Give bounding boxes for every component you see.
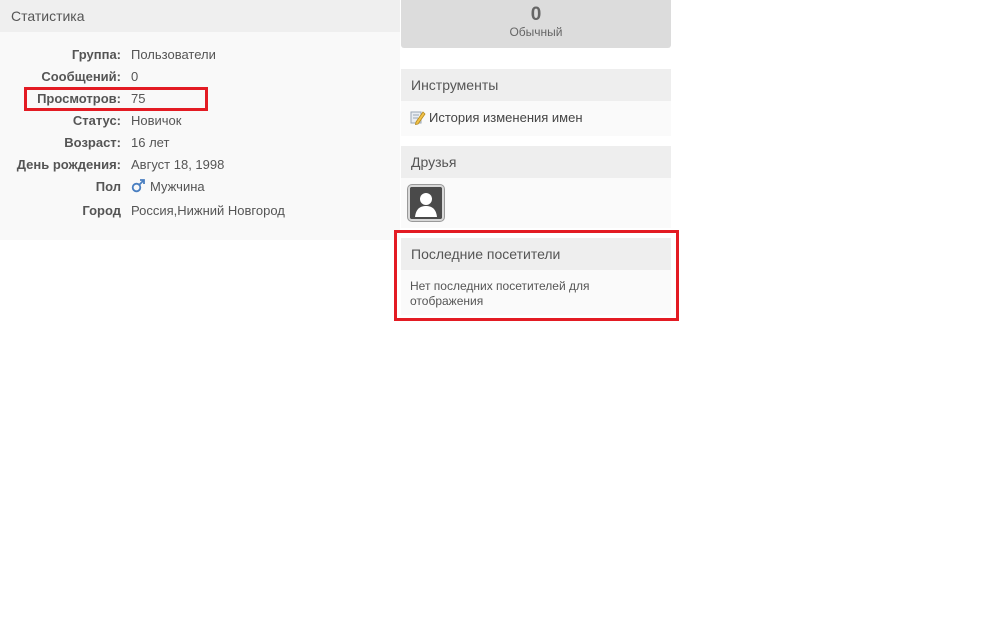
stat-row-gender: Пол Мужчина [0, 177, 400, 197]
tools-header: Инструменты [401, 69, 671, 101]
statistics-header: Статистика [0, 0, 400, 32]
user-silhouette-icon [410, 187, 442, 219]
visitors-header: Последние посетители [401, 238, 671, 270]
stat-label: День рождения: [16, 157, 121, 172]
name-history-link[interactable]: История изменения имен [410, 109, 583, 127]
stat-row-status: Статус: Новичок [0, 111, 400, 131]
stat-row-city: Город Россия,Нижний Новгород [0, 201, 400, 221]
stat-value: Пользователи [131, 47, 216, 62]
reputation-value: 0 [530, 4, 542, 25]
statistics-panel: Статистика Группа: Пользователи Сообщени… [0, 0, 400, 240]
gender-value: Мужчина [150, 179, 205, 194]
stat-value: Россия,Нижний Новгород [131, 203, 285, 218]
stat-value: Август 18, 1998 [131, 157, 225, 172]
reputation-box: 0 Обычный [401, 0, 671, 48]
pencil-edit-icon [410, 111, 426, 126]
stat-label: Сообщений: [41, 69, 121, 84]
stat-value: Мужчина [131, 177, 205, 199]
stat-row-posts: Сообщений: 0 [0, 67, 400, 87]
stat-row-views: Просмотров: 75 [0, 89, 400, 109]
stat-row-age: Возраст: 16 лет [0, 133, 400, 153]
stat-label: Группа: [71, 47, 121, 62]
stat-value: 16 лет [131, 135, 170, 150]
stat-row-group: Группа: Пользователи [0, 45, 400, 65]
friends-header: Друзья [401, 146, 671, 178]
stat-value: Новичок [131, 113, 182, 128]
friend-avatar[interactable] [408, 185, 444, 221]
stat-label: Возраст: [64, 135, 121, 150]
visitors-empty-text: Нет последних посетителей для отображени… [410, 279, 590, 308]
reputation-label: Обычный [509, 25, 563, 39]
stat-label: Город [82, 203, 121, 218]
male-gender-icon [131, 178, 146, 199]
name-history-label: История изменения имен [429, 110, 583, 125]
stat-label: Пол [95, 179, 121, 194]
stat-value: 0 [131, 69, 139, 84]
stat-label: Просмотров: [37, 91, 121, 106]
stat-row-birthday: День рождения: Август 18, 1998 [0, 155, 400, 175]
stat-value: 75 [131, 91, 146, 106]
profile-page: Статистика Группа: Пользователи Сообщени… [0, 0, 1008, 630]
stat-label: Статус: [72, 113, 121, 128]
